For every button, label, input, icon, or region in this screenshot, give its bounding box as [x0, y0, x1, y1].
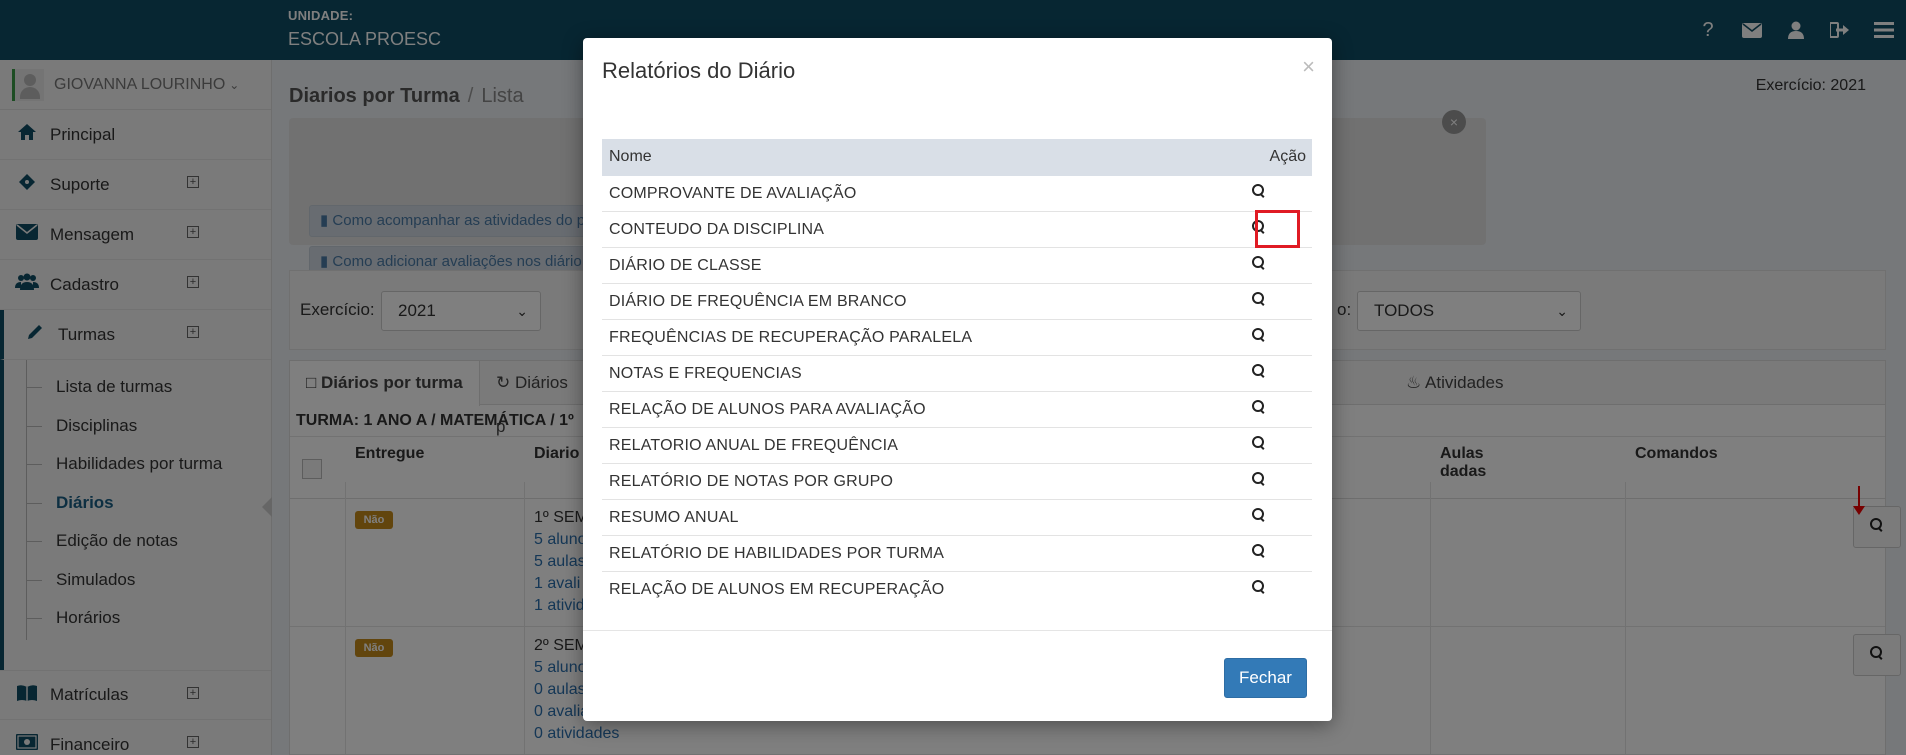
view-report-button[interactable] [1252, 184, 1270, 202]
table-row: RELAÇÃO DE ALUNOS PARA AVALIAÇÃO [602, 392, 1312, 428]
report-name: DIÁRIO DE CLASSE [609, 257, 762, 274]
view-report-button[interactable] [1252, 400, 1270, 418]
table-row: CONTEUDO DA DISCIPLINA [602, 212, 1312, 248]
search-icon [1252, 292, 1266, 306]
view-report-button[interactable] [1252, 364, 1270, 382]
modal-title: Relatórios do Diário [602, 58, 796, 83]
highlight-box [1255, 210, 1300, 248]
search-icon [1252, 580, 1266, 594]
view-report-button[interactable] [1252, 436, 1270, 454]
report-name: RELATORIO ANUAL DE FREQUÊNCIA [609, 437, 899, 454]
col-acao: Ação [1269, 148, 1306, 165]
search-icon [1252, 184, 1266, 198]
report-name: RELATÓRIO DE HABILIDADES POR TURMA [609, 545, 945, 562]
modal-footer: Fechar [583, 630, 1332, 721]
table-row: RELAÇÃO DE ALUNOS EM RECUPERAÇÃO [602, 572, 1312, 608]
report-name: RELAÇÃO DE ALUNOS PARA AVALIAÇÃO [609, 401, 926, 418]
table-row: FREQUÊNCIAS DE RECUPERAÇÃO PARALELA [602, 320, 1312, 356]
report-name: FREQUÊNCIAS DE RECUPERAÇÃO PARALELA [609, 329, 973, 346]
table-row: DIÁRIO DE FREQUÊNCIA EM BRANCO [602, 284, 1312, 320]
search-icon [1252, 364, 1266, 378]
search-icon [1252, 544, 1266, 558]
report-name: RESUMO ANUAL [609, 509, 739, 526]
view-report-button[interactable] [1252, 472, 1270, 490]
report-name: CONTEUDO DA DISCIPLINA [609, 221, 825, 238]
report-name: RELAÇÃO DE ALUNOS EM RECUPERAÇÃO [609, 581, 945, 598]
search-icon [1252, 472, 1266, 486]
table-row: COMPROVANTE DE AVALIAÇÃO [602, 176, 1312, 212]
view-report-button[interactable] [1252, 580, 1270, 598]
view-report-button[interactable] [1252, 544, 1270, 562]
view-report-button[interactable] [1252, 256, 1270, 274]
table-row: NOTAS E FREQUENCIAS [602, 356, 1312, 392]
search-icon [1252, 256, 1266, 270]
search-icon [1252, 328, 1266, 342]
view-report-button[interactable] [1252, 292, 1270, 310]
view-report-button[interactable] [1252, 508, 1270, 526]
table-row: DIÁRIO DE CLASSE [602, 248, 1312, 284]
close-icon[interactable]: × [1302, 54, 1315, 80]
reports-table-header: Nome Ação [602, 139, 1312, 176]
search-icon [1252, 436, 1266, 450]
table-row: RELATÓRIO DE HABILIDADES POR TURMA [602, 536, 1312, 572]
report-name: NOTAS E FREQUENCIAS [609, 365, 802, 382]
table-row: RELATORIO ANUAL DE FREQUÊNCIA [602, 428, 1312, 464]
search-icon [1252, 400, 1266, 414]
col-nome: Nome [609, 148, 652, 165]
report-name: RELATÓRIO DE NOTAS POR GRUPO [609, 473, 894, 490]
reports-modal: Relatórios do Diário × Nome Ação COMPROV… [583, 38, 1332, 721]
close-button[interactable]: Fechar [1224, 658, 1307, 698]
view-report-button[interactable] [1252, 328, 1270, 346]
report-name: COMPROVANTE DE AVALIAÇÃO [609, 185, 857, 202]
reports-rows: COMPROVANTE DE AVALIAÇÃO CONTEUDO DA DIS… [602, 176, 1312, 608]
reports-table: Nome Ação COMPROVANTE DE AVALIAÇÃO CONTE… [602, 139, 1312, 608]
table-row: RESUMO ANUAL [602, 500, 1312, 536]
table-row: RELATÓRIO DE NOTAS POR GRUPO [602, 464, 1312, 500]
report-name: DIÁRIO DE FREQUÊNCIA EM BRANCO [609, 293, 907, 310]
search-icon [1252, 508, 1266, 522]
